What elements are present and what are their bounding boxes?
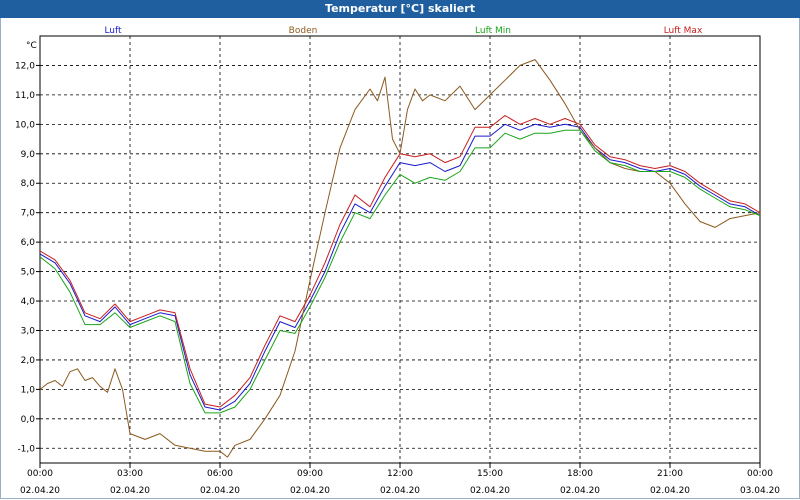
y-tick-label: 3,0: [21, 326, 36, 336]
x-tick-date: 02.04.20: [290, 486, 330, 496]
x-tick-time: 18:00: [567, 469, 593, 479]
x-tick-time: 00:00: [27, 469, 53, 479]
y-tick-label: 11,0: [15, 91, 35, 101]
y-axis: -1,0 0,0 1,0 2,0 3,0 4,0 5,0 6,0 7,0 8,0 9,0 10,0 11…: [15, 61, 40, 454]
x-tick-date: 03.04.20: [740, 486, 780, 496]
legend-item: Boden: [289, 26, 318, 36]
x-tick-date: 02.04.20: [380, 486, 420, 496]
y-tick-label: 10,0: [15, 120, 35, 130]
x-tick-time: 03:00: [117, 469, 143, 479]
y-tick-label: 4,0: [21, 297, 36, 307]
y-axis-label: °C: [26, 41, 37, 51]
legend-item: Luft: [104, 26, 122, 36]
y-tick-label: 2,0: [21, 356, 36, 366]
y-tick-label: 7,0: [21, 209, 36, 219]
x-tick-time: 06:00: [207, 469, 233, 479]
x-tick-time: 12:00: [387, 469, 413, 479]
y-tick-label: 1,0: [21, 385, 36, 395]
y-tick-label: 9,0: [21, 150, 36, 160]
y-tick-label: 0,0: [21, 415, 36, 425]
y-tick-label: 8,0: [21, 179, 36, 189]
legend-item: Luft Max: [664, 26, 703, 36]
y-tick-label: -1,0: [17, 444, 35, 454]
y-tick-label: 12,0: [15, 61, 35, 71]
grid: [39, 35, 761, 464]
x-tick-time: 21:00: [657, 469, 683, 479]
legend: Luft Boden Luft Min Luft Max: [104, 26, 703, 36]
series-line-luft-max: [39, 115, 761, 408]
x-tick-date: 02.04.20: [470, 486, 510, 496]
x-tick-date: 02.04.20: [110, 486, 150, 496]
x-tick-time: 15:00: [477, 469, 503, 479]
y-tick-label: 5,0: [21, 268, 36, 278]
x-tick-date: 02.04.20: [560, 486, 600, 496]
x-tick-time: 00:00: [747, 469, 773, 479]
x-axis: 00:00 02.04.20 03:00 02.04.20 06:00 02.04.20 0…: [20, 463, 780, 496]
legend-item: Luft Min: [475, 26, 511, 36]
x-tick-date: 02.04.20: [650, 486, 690, 496]
x-tick-time: 09:00: [297, 469, 323, 479]
temperature-chart: Luft Boden Luft Min Luft Max °C -1,0 0,0 1,0 2…: [15, 26, 780, 496]
x-tick-date: 02.04.20: [200, 486, 240, 496]
y-tick-label: 6,0: [21, 238, 36, 248]
x-tick-date: 02.04.20: [20, 486, 60, 496]
window-title: Temperatur [°C] skaliert: [0, 0, 800, 18]
